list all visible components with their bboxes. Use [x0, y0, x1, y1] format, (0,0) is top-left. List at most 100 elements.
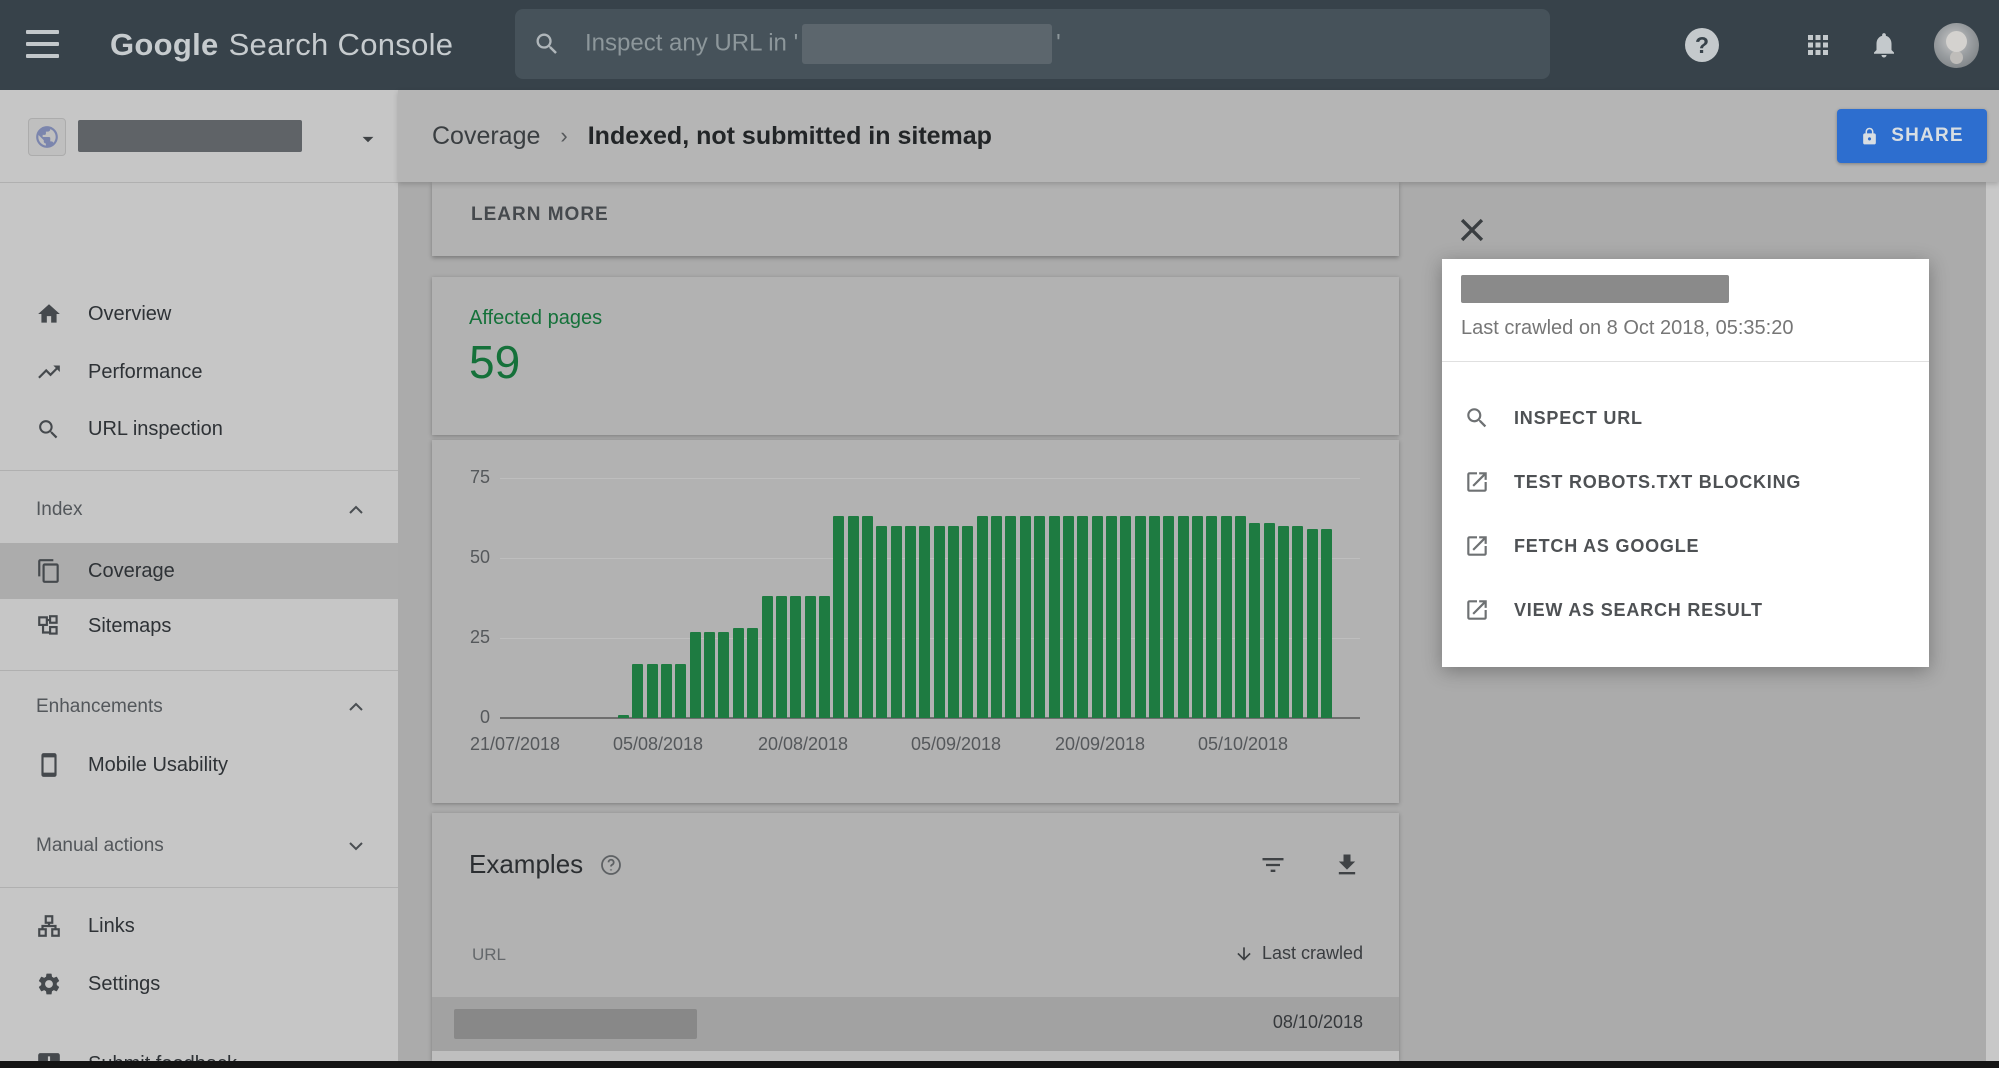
top-app-bar: Google Search Console Inspect any URL in… — [0, 0, 1999, 90]
help-icon: ? — [1685, 28, 1719, 62]
chart-bar — [876, 526, 887, 718]
sidebar-item-url-inspection[interactable]: URL inspection — [0, 401, 398, 457]
chart-bar — [1192, 516, 1203, 718]
home-icon — [36, 301, 62, 327]
menu-item-label: TEST ROBOTS.TXT BLOCKING — [1514, 472, 1801, 493]
affected-pages-chart: 75 50 25 0 21/07/2018 05/08/2018 20/08/2… — [432, 440, 1399, 803]
chart-bar — [1149, 516, 1160, 718]
gear-icon — [36, 971, 62, 997]
sidebar-item-sitemaps[interactable]: Sitemaps — [0, 598, 398, 654]
coverage-pages-icon — [36, 558, 62, 584]
table-row[interactable]: 08/10/2018 — [432, 997, 1399, 1051]
sidebar-item-mobile-usability[interactable]: Mobile Usability — [0, 737, 398, 793]
sidebar-item-performance[interactable]: Performance — [0, 344, 398, 400]
sidebar-item-overview[interactable]: Overview — [0, 286, 398, 342]
examples-title: Examples — [469, 849, 583, 880]
chart-bar — [718, 632, 729, 718]
sort-arrow-down-icon — [1234, 944, 1254, 964]
redacted-property-in-placeholder — [802, 24, 1052, 64]
chart-bar — [1221, 516, 1232, 718]
chart-bar — [618, 715, 629, 718]
chart-bar — [1106, 516, 1117, 718]
help-outline-icon[interactable] — [599, 853, 623, 877]
links-network-icon — [36, 913, 62, 939]
help-button[interactable]: ? — [1674, 0, 1730, 90]
menu-item-view-as-search-result[interactable]: VIEW AS SEARCH RESULT — [1442, 578, 1929, 642]
sidebar-item-label: Sitemaps — [88, 615, 171, 638]
chart-bar — [1321, 529, 1332, 718]
chevron-up-icon — [344, 695, 368, 719]
section-label: Index — [36, 499, 82, 521]
apps-grid-button[interactable] — [1790, 0, 1846, 90]
chart-bar — [776, 596, 787, 718]
chart-bar — [934, 526, 945, 718]
notifications-button[interactable] — [1856, 0, 1912, 90]
redacted-url — [1461, 275, 1729, 303]
sidebar-item-settings[interactable]: Settings — [0, 956, 398, 1012]
sidebar-divider — [0, 670, 398, 671]
examples-card: Examples URL Last crawled — [432, 813, 1399, 1061]
url-inspect-search-input[interactable]: Inspect any URL in '' — [515, 9, 1550, 79]
smartphone-icon — [36, 752, 62, 778]
chart-bar — [1049, 516, 1060, 718]
page-header: Coverage › Indexed, not submitted in sit… — [398, 90, 1999, 182]
learn-more-button[interactable]: LEARN MORE — [469, 196, 611, 234]
chart-bar — [704, 632, 715, 718]
hamburger-menu-icon[interactable] — [26, 30, 59, 58]
chevron-down-icon — [344, 834, 368, 858]
user-avatar[interactable] — [1934, 23, 1979, 68]
section-header-index[interactable]: Index — [0, 484, 398, 536]
chart-bar — [1278, 526, 1289, 718]
breadcrumb-chevron-icon: › — [560, 123, 567, 149]
panel-divider — [1442, 361, 1929, 362]
menu-item-inspect-url[interactable]: INSPECT URL — [1442, 386, 1929, 450]
chart-bar — [1063, 516, 1074, 718]
chart-bar — [1077, 516, 1088, 718]
chart-bar — [1163, 516, 1174, 718]
filter-icon[interactable] — [1259, 851, 1287, 884]
chart-bar — [819, 596, 830, 718]
chart-bar — [1034, 516, 1045, 718]
column-header-url: URL — [472, 945, 506, 965]
x-tick-label: 05/09/2018 — [911, 734, 1001, 755]
affected-pages-value: 59 — [469, 335, 520, 389]
scrollbar-track[interactable] — [1986, 90, 1999, 1061]
section-header-enhancements[interactable]: Enhancements — [0, 681, 398, 733]
column-header-last-crawled[interactable]: Last crawled — [1234, 943, 1363, 964]
sidebar-item-label: Overview — [88, 303, 171, 326]
share-button[interactable]: SHARE — [1837, 109, 1987, 163]
chart-bar — [1135, 516, 1146, 718]
next-row-edge — [432, 1051, 1399, 1061]
chart-bar — [1249, 523, 1260, 718]
chart-bar — [747, 628, 758, 718]
chart-bar — [1206, 516, 1217, 718]
x-tick-label: 20/08/2018 — [758, 734, 848, 755]
x-tick-label: 05/10/2018 — [1198, 734, 1288, 755]
chevron-up-icon — [344, 498, 368, 522]
chart-bar — [647, 664, 658, 718]
breadcrumb-parent[interactable]: Coverage — [432, 122, 540, 151]
share-label: SHARE — [1891, 125, 1964, 147]
section-header-manual-actions[interactable]: Manual actions — [0, 820, 398, 872]
window-bottom-edge — [0, 1061, 1999, 1068]
chart-bar — [962, 526, 973, 718]
chart-bar — [762, 596, 773, 718]
property-selector[interactable] — [0, 90, 398, 183]
chart-bar — [1092, 516, 1103, 718]
app-logo[interactable]: Google Search Console — [110, 0, 453, 90]
google-search-console-app: Google Search Console Inspect any URL in… — [0, 0, 1999, 1068]
apps-grid-icon — [1803, 30, 1833, 60]
menu-item-fetch-as-google[interactable]: FETCH AS GOOGLE — [1442, 514, 1929, 578]
close-icon[interactable] — [1455, 213, 1489, 247]
chart-bar — [991, 516, 1002, 718]
download-icon[interactable] — [1333, 851, 1361, 884]
redacted-url-cell — [454, 1009, 697, 1039]
chart-bar — [733, 628, 744, 718]
sidebar-item-links[interactable]: Links — [0, 898, 398, 954]
sidebar-item-coverage[interactable]: Coverage — [0, 543, 398, 599]
last-crawled-cell: 08/10/2018 — [1273, 1012, 1363, 1033]
menu-item-test-robots[interactable]: TEST ROBOTS.TXT BLOCKING — [1442, 450, 1929, 514]
search-icon — [533, 30, 561, 58]
examples-title-row: Examples — [469, 849, 623, 880]
section-label: Enhancements — [36, 696, 163, 718]
